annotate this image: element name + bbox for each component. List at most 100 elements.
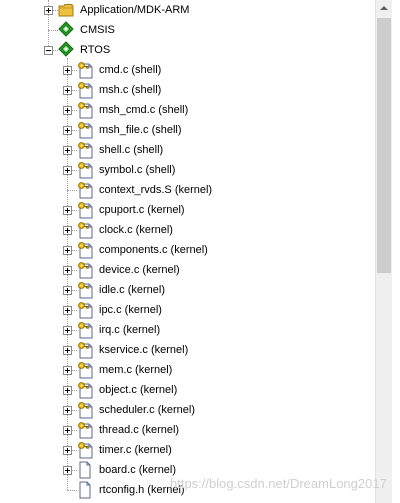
tree-item[interactable]: scheduler.c (kernel) (0, 400, 375, 420)
file-key-icon (77, 421, 94, 442)
tree-item-label: device.c (kernel) (99, 264, 180, 276)
file-key-icon (77, 61, 94, 82)
expand-plus-icon[interactable] (63, 266, 72, 275)
tree-item-label: context_rvds.S (kernel) (99, 184, 213, 196)
file-icon (77, 461, 93, 482)
expand-plus-icon[interactable] (63, 406, 72, 415)
expand-plus-icon[interactable] (63, 466, 72, 475)
scrollbar-thumb[interactable] (377, 18, 391, 273)
file-key-icon (77, 81, 94, 102)
tree-item[interactable]: cpuport.c (kernel) (0, 200, 375, 220)
file-key-icon (77, 401, 94, 422)
tree-item[interactable]: idle.c (kernel) (0, 280, 375, 300)
tree-item-label: thread.c (kernel) (99, 424, 180, 436)
expand-plus-icon[interactable] (63, 206, 72, 215)
tree-item-label: CMSIS (80, 24, 115, 36)
tree-item-label: cmd.c (shell) (99, 64, 162, 76)
tree-item[interactable]: board.c (kernel) (0, 460, 375, 480)
tree-item[interactable]: irq.c (kernel) (0, 320, 375, 340)
tree-item-label: cpuport.c (kernel) (99, 204, 185, 216)
file-key-icon (77, 121, 94, 142)
file-key-icon (77, 161, 94, 182)
tree-item[interactable]: object.c (kernel) (0, 380, 375, 400)
tree-item-label: msh_cmd.c (shell) (99, 104, 189, 116)
expand-plus-icon[interactable] (63, 366, 72, 375)
expand-plus-icon[interactable] (63, 286, 72, 295)
tree-item[interactable]: cmd.c (shell) (0, 60, 375, 80)
tree-item[interactable]: RTOS (0, 40, 375, 60)
expand-plus-icon[interactable] (63, 226, 72, 235)
tree-item-label: shell.c (shell) (99, 144, 164, 156)
project-tree: Application/MDK-ARM CMSIS RTOS cmd.c (shell… (0, 0, 375, 503)
file-key-icon (77, 341, 94, 362)
vertical-scrollbar[interactable] (375, 0, 392, 503)
tree-item[interactable]: msh_cmd.c (shell) (0, 100, 375, 120)
folder-icon (58, 3, 74, 20)
file-key-icon (77, 321, 94, 342)
file-key-icon (77, 101, 94, 122)
file-key-icon (77, 381, 94, 402)
tree-item-label: clock.c (kernel) (99, 224, 173, 236)
file-key-icon (77, 221, 94, 242)
expand-plus-icon[interactable] (63, 106, 72, 115)
component-diamond-icon (58, 41, 74, 60)
expand-plus-icon[interactable] (63, 346, 72, 355)
file-key-icon (77, 141, 94, 162)
tree-item-label: kservice.c (kernel) (99, 344, 189, 356)
expand-plus-icon[interactable] (63, 146, 72, 155)
tree-item[interactable]: thread.c (kernel) (0, 420, 375, 440)
tree-item-label: object.c (kernel) (99, 384, 178, 396)
tree-item-label: mem.c (kernel) (99, 364, 173, 376)
expand-plus-icon[interactable] (63, 86, 72, 95)
expand-plus-icon[interactable] (63, 446, 72, 455)
tree-item-label: board.c (kernel) (99, 464, 177, 476)
expand-plus-icon[interactable] (63, 386, 72, 395)
expand-plus-icon[interactable] (63, 306, 72, 315)
tree-item-label: idle.c (kernel) (99, 284, 166, 296)
tree-item[interactable]: clock.c (kernel) (0, 220, 375, 240)
tree-item-label: ipc.c (kernel) (99, 304, 162, 316)
tree-item-label: irq.c (kernel) (99, 324, 161, 336)
expand-plus-icon[interactable] (63, 66, 72, 75)
tree-item-label: rtconfig.h (kernel) (99, 484, 185, 496)
tree-item[interactable]: msh.c (shell) (0, 80, 375, 100)
tree-item[interactable]: mem.c (kernel) (0, 360, 375, 380)
file-key-icon (77, 181, 94, 202)
expand-plus-icon[interactable] (63, 426, 72, 435)
file-key-icon (77, 361, 94, 382)
tree-item-label: RTOS (80, 44, 111, 56)
tree-item-label: components.c (kernel) (99, 244, 208, 256)
tree-item-label: scheduler.c (kernel) (99, 404, 195, 416)
file-key-icon (77, 281, 94, 302)
tree-item[interactable]: CMSIS (0, 20, 375, 40)
tree-item[interactable]: msh_file.c (shell) (0, 120, 375, 140)
tree-item[interactable]: Application/MDK-ARM (0, 0, 375, 20)
tree-connector-line (48, 30, 58, 31)
file-key-icon (77, 261, 94, 282)
tree-item-label: timer.c (kernel) (99, 444, 172, 456)
expand-plus-icon[interactable] (44, 6, 53, 15)
expand-plus-icon[interactable] (63, 166, 72, 175)
tree-item[interactable]: timer.c (kernel) (0, 440, 375, 460)
expand-plus-icon[interactable] (63, 126, 72, 135)
tree-item-label: Application/MDK-ARM (80, 4, 190, 16)
tree-connector-line (67, 490, 77, 491)
tree-item[interactable]: device.c (kernel) (0, 260, 375, 280)
expand-plus-icon[interactable] (63, 246, 72, 255)
tree-item[interactable]: symbol.c (shell) (0, 160, 375, 180)
tree-item-label: msh_file.c (shell) (99, 124, 182, 136)
file-key-icon (77, 301, 94, 322)
tree-item[interactable]: components.c (kernel) (0, 240, 375, 260)
tree-item[interactable]: kservice.c (kernel) (0, 340, 375, 360)
file-key-icon (77, 441, 94, 462)
collapse-minus-icon[interactable] (44, 46, 53, 55)
tree-item[interactable]: context_rvds.S (kernel) (0, 180, 375, 200)
tree-item[interactable]: ipc.c (kernel) (0, 300, 375, 320)
component-diamond-icon (58, 21, 74, 40)
file-icon (77, 481, 93, 502)
scroll-up-arrow-icon[interactable] (376, 0, 392, 17)
tree-item[interactable]: shell.c (shell) (0, 140, 375, 160)
expand-plus-icon[interactable] (63, 326, 72, 335)
tree-item-label: symbol.c (shell) (99, 164, 176, 176)
tree-item[interactable]: rtconfig.h (kernel) (0, 480, 375, 500)
